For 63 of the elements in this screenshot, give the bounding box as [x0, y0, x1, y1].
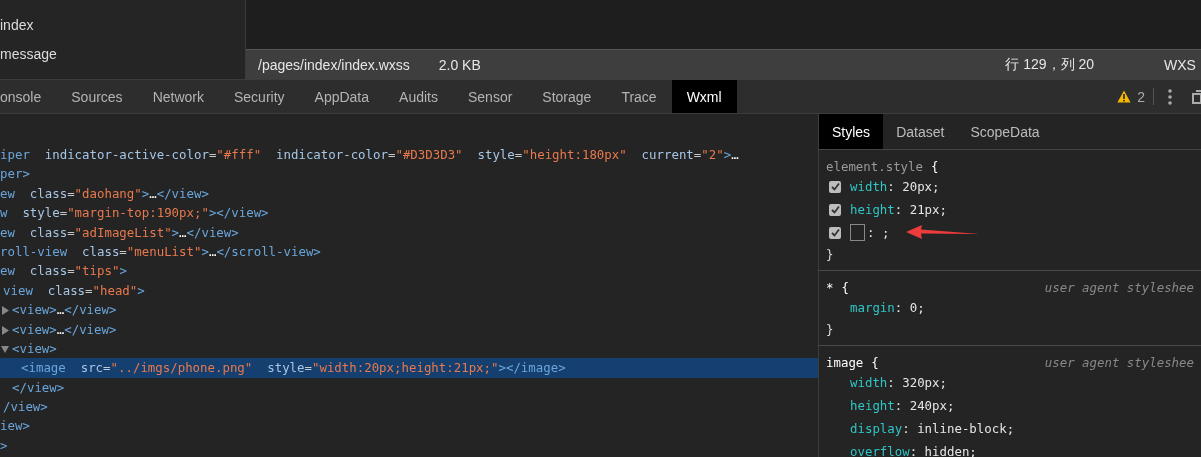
styles-tab[interactable]: ScopeData	[957, 114, 1053, 149]
property-checkbox[interactable]	[829, 226, 841, 239]
devtools-tab[interactable]: Sensor	[452, 80, 528, 113]
property-name-field[interactable]	[850, 224, 865, 241]
css-selector: *	[826, 279, 834, 295]
file-language[interactable]: WXS	[1164, 56, 1201, 73]
code-line[interactable]: /view>	[0, 397, 818, 417]
devtools-tab[interactable]: onsole	[0, 80, 57, 113]
css-declaration[interactable]: display: inline-block;	[850, 421, 1015, 436]
css-declaration[interactable]: margin: 0;	[850, 300, 925, 315]
code-line[interactable]: <view>	[0, 338, 818, 359]
devtools-tab[interactable]: Audits	[384, 80, 453, 113]
open-brace: {	[871, 354, 879, 370]
warning-icon[interactable]	[1117, 90, 1132, 103]
file-size: 2.0 KB	[438, 56, 481, 73]
expand-triangle-icon[interactable]	[1, 306, 9, 316]
rule-source: user agent styleshee	[1044, 279, 1194, 295]
code-line[interactable]: roll-view class="menuList">…</scroll-view>	[0, 241, 818, 262]
code-line[interactable]: ew class="tips">	[0, 261, 818, 281]
more-menu-icon[interactable]	[1168, 88, 1172, 105]
warning-count[interactable]: 2	[1137, 88, 1145, 105]
css-declaration: : ;	[867, 225, 890, 240]
file-tree-item[interactable]: index	[0, 13, 245, 42]
code-line[interactable]: ew class="daohang">…</view>	[0, 183, 818, 204]
devtools-tab[interactable]: AppData	[299, 80, 385, 113]
code-line[interactable]: iew>	[0, 416, 818, 436]
cursor-position: 行 129，列 20	[1005, 55, 1094, 74]
code-line[interactable]: iper indicator-active-color="#fff" indicator-color="#D3D3D3" style="height:180px" current="2">…	[0, 145, 818, 165]
property-checkbox[interactable]	[829, 180, 841, 193]
css-selector: image	[826, 354, 864, 370]
file-tree-item[interactable]: message	[0, 42, 245, 71]
css-declaration[interactable]: overflow: hidden;	[850, 444, 977, 457]
devtools-tab[interactable]: Storage	[527, 80, 607, 113]
devtools-tab[interactable]: Network	[137, 80, 219, 113]
devtools-tab[interactable]: Security	[219, 80, 300, 113]
css-declaration[interactable]: height: 240px;	[850, 398, 955, 413]
code-line[interactable]: >	[0, 435, 818, 456]
css-declaration[interactable]: width: 320px;	[850, 375, 947, 390]
devtools-tab[interactable]: Trace	[606, 80, 672, 113]
css-declaration[interactable]: width: 20px;	[850, 179, 940, 194]
css-declaration[interactable]: height: 21px;	[850, 202, 947, 217]
dock-icon[interactable]	[1192, 89, 1201, 104]
devtools-tab[interactable]: Wxml	[671, 80, 737, 113]
expand-triangle-icon[interactable]	[1, 325, 9, 335]
collapse-triangle-icon[interactable]	[1, 344, 9, 354]
open-brace: {	[841, 279, 849, 295]
code-line[interactable]: </view>	[0, 377, 818, 398]
code-line[interactable]: <view>…</view>	[0, 319, 818, 339]
file-path: /pages/index/index.wxss	[258, 56, 410, 73]
styles-tab[interactable]: Dataset	[883, 114, 958, 149]
code-line[interactable]: w style="margin-top:190px;"></view>	[0, 203, 818, 223]
property-checkbox[interactable]	[829, 203, 841, 216]
code-line[interactable]: <view>…</view>	[0, 300, 818, 320]
close-brace: }	[826, 246, 835, 264]
close-brace: }	[826, 321, 835, 339]
devtools-tab[interactable]: Sources	[56, 80, 138, 113]
styles-tab[interactable]: Styles	[819, 114, 884, 149]
css-selector: element.style	[826, 158, 923, 174]
open-brace: {	[931, 158, 939, 174]
code-line[interactable]: view class="head">	[0, 280, 818, 301]
code-line[interactable]: ew class="adImageList">…</view>	[0, 222, 818, 242]
rule-source: user agent styleshee	[1044, 354, 1194, 370]
code-line[interactable]: per>	[0, 164, 818, 184]
